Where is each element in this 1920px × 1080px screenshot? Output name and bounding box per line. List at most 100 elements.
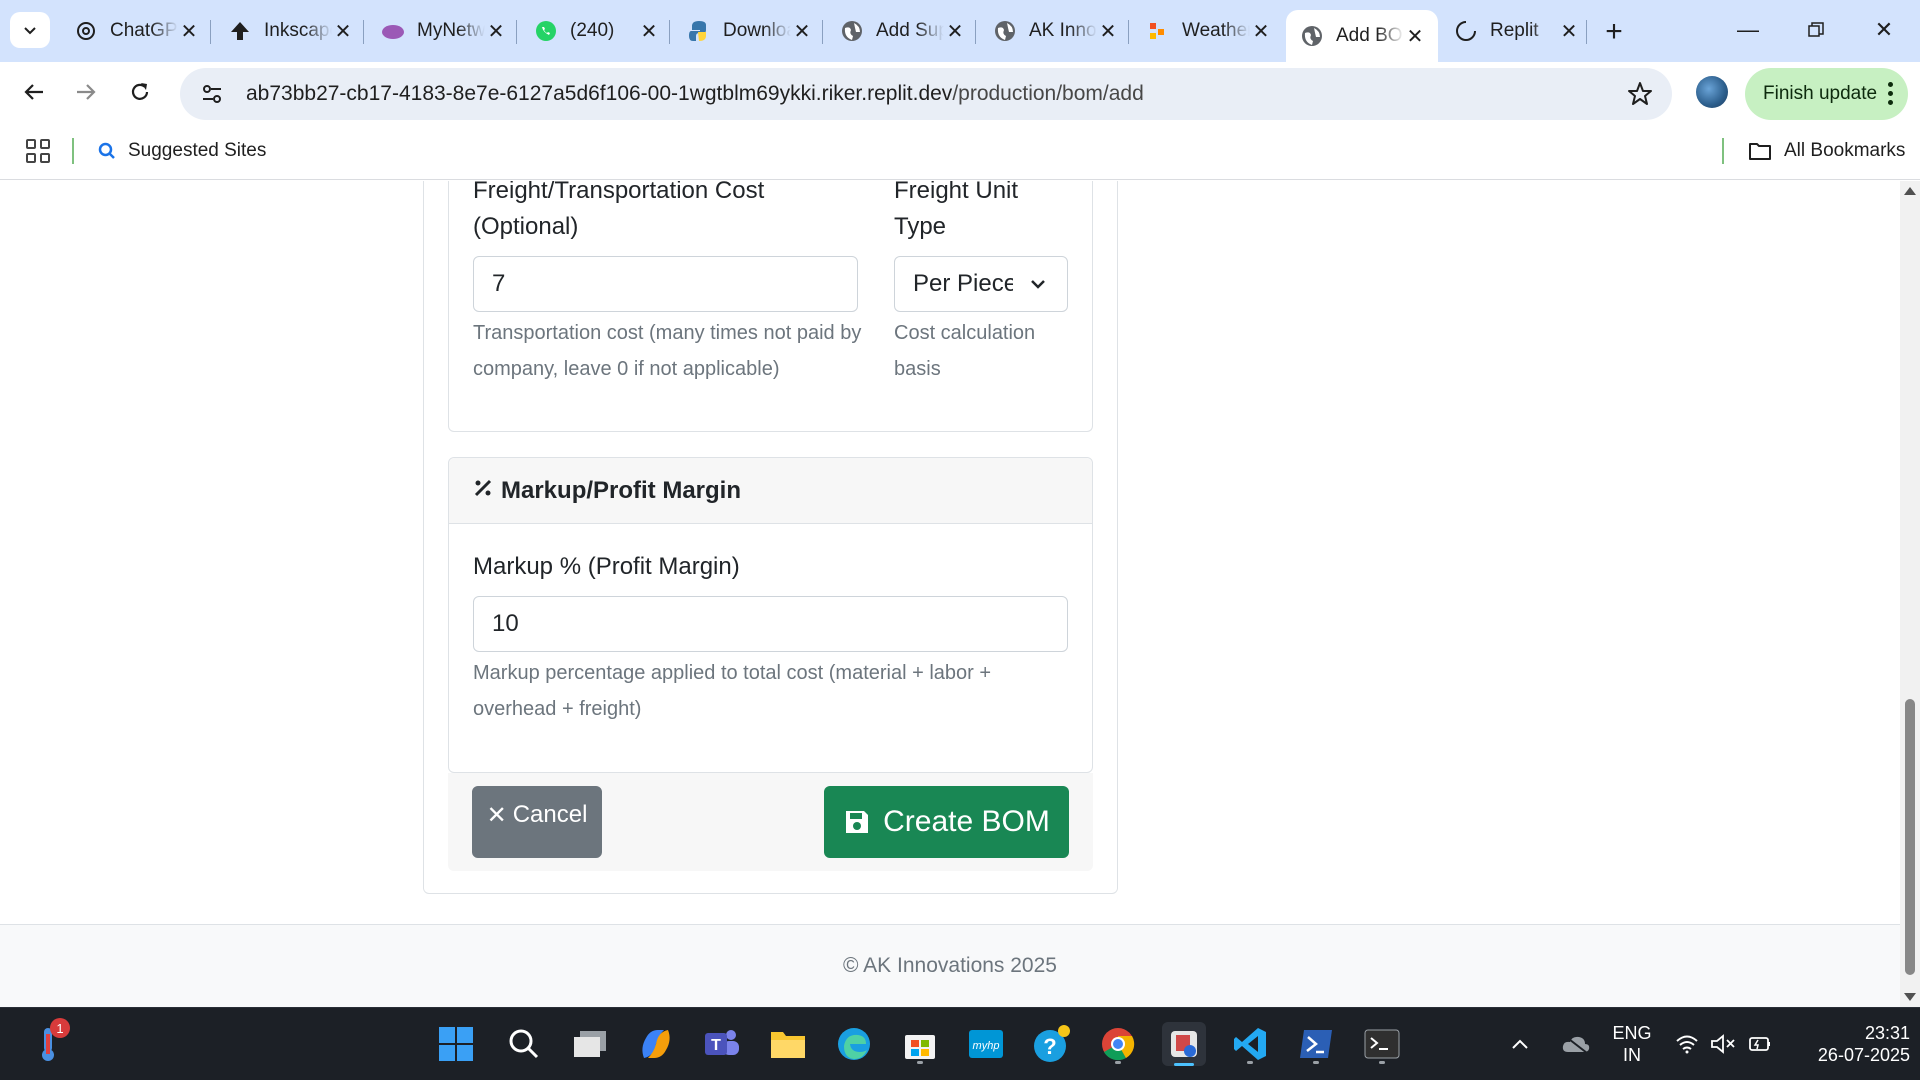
taskbar-search[interactable] — [502, 1022, 546, 1066]
new-tab-button[interactable]: + — [1596, 14, 1632, 50]
language-line-2: IN — [1623, 1045, 1641, 1065]
tab-label: Add Supplier — [876, 20, 944, 41]
close-icon[interactable]: ✕ — [485, 20, 507, 43]
ms-store-app[interactable] — [898, 1022, 942, 1066]
chevron-up-icon — [1512, 1039, 1528, 1049]
chrome-icon — [1102, 1028, 1135, 1061]
chevron-down-icon — [24, 27, 36, 35]
chrome-app[interactable] — [1096, 1022, 1140, 1066]
scroll-up-arrow-icon[interactable] — [1904, 187, 1916, 195]
task-view-button[interactable] — [568, 1022, 612, 1066]
reload-button[interactable] — [120, 72, 160, 112]
tab-add-bom[interactable]: Add BOM ✕ — [1286, 10, 1438, 62]
scroll-thumb[interactable] — [1905, 699, 1915, 975]
profile-avatar[interactable] — [1696, 76, 1728, 108]
wifi-tray[interactable] — [1672, 1022, 1702, 1066]
globe-icon — [993, 19, 1017, 43]
apps-grid-icon[interactable] — [26, 139, 50, 163]
page-scrollbar[interactable] — [1900, 181, 1920, 1007]
file-explorer-app[interactable] — [766, 1022, 810, 1066]
close-window-button[interactable]: ✕ — [1856, 10, 1912, 50]
bookmark-suggested-sites[interactable]: Suggested Sites — [98, 136, 266, 166]
tab-add-supplier[interactable]: Add Supplier ✕ — [826, 10, 978, 52]
finish-update-button[interactable]: Finish update — [1745, 68, 1908, 120]
freight-unit-select[interactable]: Per Piece/Unit — [894, 256, 1068, 312]
wifi-icon — [1676, 1035, 1698, 1054]
tab-chatgpt[interactable]: ChatGPT ✕ — [60, 10, 212, 52]
markup-input[interactable]: 10 — [473, 596, 1068, 652]
tab-inkscape[interactable]: Inkscape ✕ — [214, 10, 366, 52]
start-button[interactable] — [434, 1022, 478, 1066]
clock-time: 23:31 — [1864, 1023, 1910, 1043]
url-text[interactable]: ab73bb27-cb17-4183-8e7e-6127a5d6f106-00-… — [246, 82, 1144, 106]
search-icon — [509, 1029, 539, 1059]
bookmark-label: Suggested Sites — [128, 140, 267, 161]
tab-weather[interactable]: Weather ✕ — [1132, 10, 1284, 52]
address-bar[interactable]: ab73bb27-cb17-4183-8e7e-6127a5d6f106-00-… — [180, 68, 1672, 120]
close-icon[interactable]: ✕ — [638, 20, 660, 43]
save-icon — [846, 811, 869, 833]
tab-label: Add BOM — [1336, 25, 1404, 46]
teams-app[interactable]: T — [700, 1022, 744, 1066]
copilot-app[interactable] — [634, 1022, 678, 1066]
close-icon[interactable]: ✕ — [1404, 25, 1426, 48]
terminal-icon — [1364, 1029, 1400, 1059]
page-viewport: Freight/Transportation Cost (Optional) 7… — [0, 181, 1900, 1007]
more-vert-icon — [1888, 82, 1894, 105]
freight-unit-help: Cost calculation basis — [894, 322, 1036, 380]
folder-icon — [1748, 141, 1772, 161]
back-button[interactable] — [14, 72, 54, 112]
close-icon[interactable]: ✕ — [1250, 20, 1272, 43]
restore-button[interactable] — [1788, 10, 1844, 50]
close-icon[interactable]: ✕ — [791, 20, 813, 43]
volume-tray[interactable] — [1708, 1022, 1738, 1066]
cancel-label: Cancel — [512, 801, 588, 828]
tab-mynetwork[interactable]: MyNetwork ✕ — [367, 10, 519, 52]
minimize-button[interactable]: — — [1720, 10, 1776, 50]
forward-button[interactable] — [66, 72, 106, 112]
scroll-down-arrow-icon[interactable] — [1904, 993, 1916, 1001]
tab-downloads[interactable]: Downloads ✕ — [673, 10, 825, 52]
tab-label: MyNetwork — [417, 20, 485, 41]
bookmark-label: All Bookmarks — [1784, 140, 1906, 161]
language-indicator[interactable]: ENG IN — [1608, 1022, 1656, 1066]
powershell-app[interactable] — [1294, 1022, 1338, 1066]
chevron-down-icon — [1031, 280, 1045, 289]
vscode-app[interactable] — [1228, 1022, 1272, 1066]
all-bookmarks-button[interactable]: All Bookmarks — [1748, 136, 1905, 166]
tab-label: Downloads — [723, 20, 791, 41]
markup-label: Markup % (Profit Margin) — [473, 553, 740, 580]
loading-icon — [1454, 19, 1478, 43]
bookmark-star-button[interactable] — [1626, 80, 1654, 108]
onedrive-tray[interactable] — [1556, 1022, 1596, 1066]
close-icon[interactable]: ✕ — [944, 20, 966, 43]
edge-app[interactable] — [832, 1022, 876, 1066]
copyright-text: © AK Innovations 2025 — [843, 954, 1057, 977]
tab-replit[interactable]: Replit ✕ — [1440, 10, 1592, 52]
tab-ak-innovations[interactable]: AK Innovations ✕ — [979, 10, 1131, 52]
terminal-app[interactable] — [1360, 1022, 1404, 1066]
get-help-app[interactable]: ? — [1030, 1022, 1074, 1066]
markup-section-header: Markup/Profit Margin — [449, 458, 1092, 524]
show-hidden-icons-button[interactable] — [1504, 1022, 1536, 1066]
tab-whatsapp[interactable]: (240) ✕ — [520, 10, 672, 52]
snipping-tool-app[interactable] — [1162, 1022, 1206, 1066]
reload-icon — [131, 83, 149, 100]
close-icon: ✕ — [1874, 17, 1894, 42]
cancel-button[interactable]: ✕ Cancel — [472, 786, 602, 858]
close-icon[interactable]: ✕ — [1097, 20, 1119, 43]
close-icon[interactable]: ✕ — [332, 20, 354, 43]
close-icon[interactable]: ✕ — [1558, 20, 1580, 43]
close-icon[interactable]: ✕ — [178, 20, 200, 43]
whatsapp-icon — [534, 19, 558, 43]
battery-tray[interactable] — [1744, 1022, 1774, 1066]
freight-cost-input[interactable]: 7 — [473, 256, 858, 312]
clock[interactable]: 23:31 26-07-2025 — [1790, 1022, 1910, 1066]
tab-search-button[interactable] — [10, 12, 50, 48]
svg-text:?: ? — [1043, 1034, 1056, 1059]
myhp-app[interactable]: myhp — [964, 1022, 1008, 1066]
freight-cost-label: Freight/Transportation Cost (Optional) — [473, 181, 765, 240]
windows-taskbar: 1 T myhp ? ENG IN 23:31 26-07-2025 — [0, 1007, 1920, 1080]
site-info-button[interactable] — [192, 74, 232, 114]
create-bom-button[interactable]: Create BOM — [824, 786, 1069, 858]
